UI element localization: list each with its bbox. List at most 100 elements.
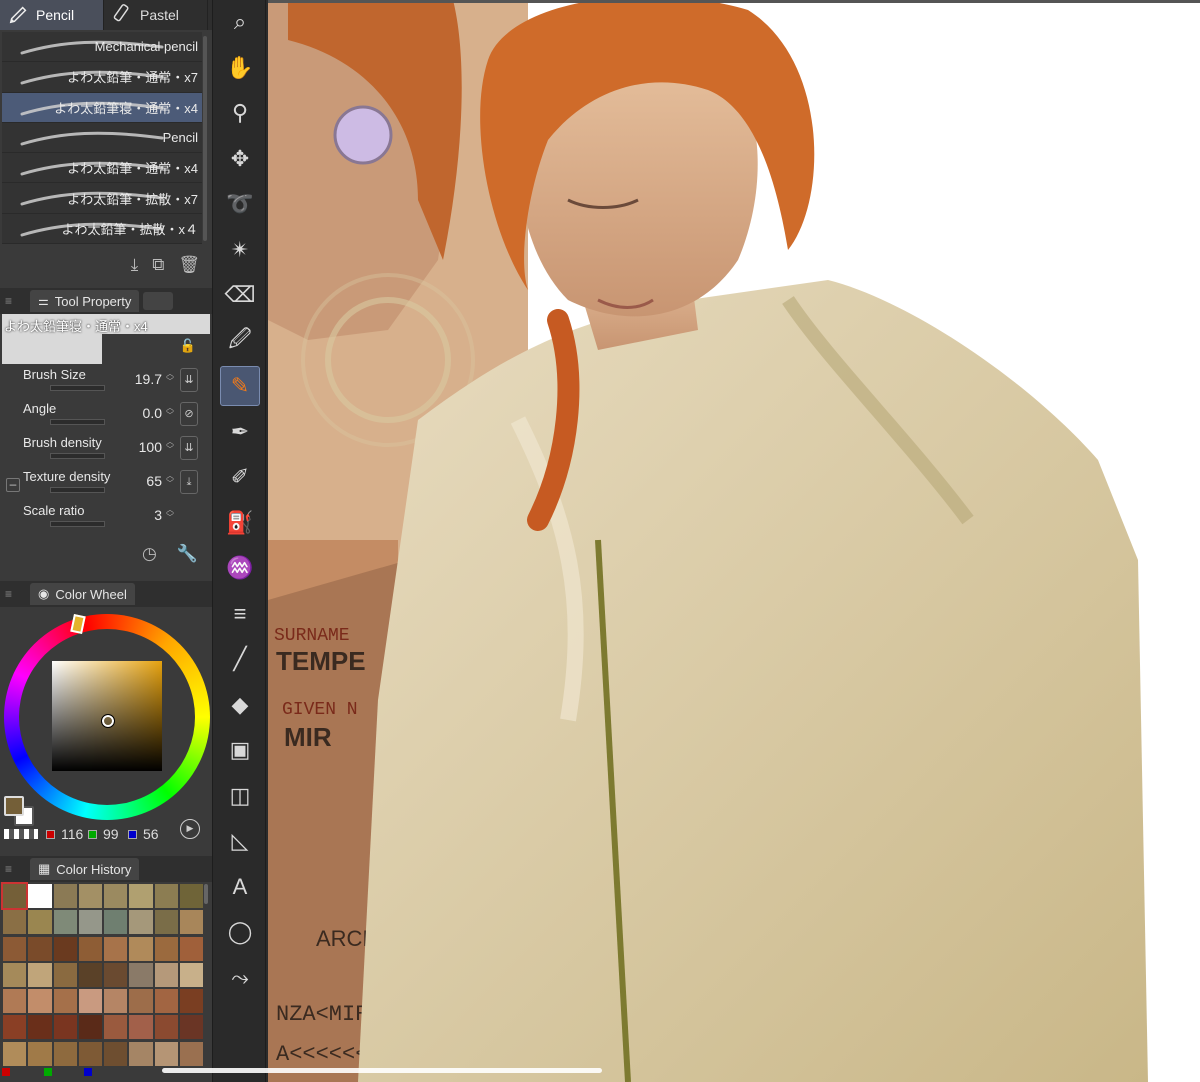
frame-icon[interactable]: ◫ [220, 776, 260, 816]
history-swatch[interactable] [78, 910, 102, 935]
spinner-icon[interactable]: ︿ ﹀ [166, 404, 174, 420]
history-swatch[interactable] [53, 1041, 77, 1066]
property-slider[interactable] [50, 487, 105, 493]
history-swatch[interactable] [0, 882, 29, 910]
property-angle[interactable]: Angle 0.0 ︿ ﹀ ⊘ [14, 398, 202, 432]
marker-icon[interactable]: ✐ [220, 457, 260, 497]
hatching-icon[interactable]: ≡ [220, 594, 260, 634]
history-swatch[interactable] [28, 884, 52, 908]
history-swatch[interactable] [104, 989, 128, 1014]
line-icon[interactable]: ╱ [220, 639, 260, 679]
search-icon[interactable]: ⌕ [220, 2, 260, 42]
history-swatch[interactable] [3, 989, 27, 1014]
history-swatch[interactable] [154, 884, 178, 908]
history-swatch[interactable] [104, 884, 128, 908]
history-swatch[interactable] [3, 1041, 27, 1066]
history-swatch[interactable] [179, 936, 203, 961]
property-value[interactable]: 65 [146, 473, 162, 489]
history-swatch[interactable] [179, 989, 203, 1014]
dropper-icon[interactable]: 🖉 [220, 321, 260, 361]
history-swatch[interactable] [104, 1015, 128, 1040]
history-swatch[interactable] [129, 962, 153, 987]
property-option-icon[interactable]: ⇊ [180, 436, 198, 460]
duplicate-icon[interactable]: ⧉ [152, 256, 164, 273]
property-option-icon[interactable]: ⊘ [180, 402, 198, 426]
property-brush-size[interactable]: Brush Size 19.7 ︿ ﹀ ⇊ [14, 364, 202, 398]
history-swatch[interactable] [28, 1041, 52, 1066]
sub-tool-detail-tab[interactable] [143, 292, 174, 310]
history-swatch[interactable] [129, 1041, 153, 1066]
canvas[interactable]: SURNAME TEMPE GIVEN N MIR ARCHITECT NZA<… [268, 0, 1200, 1082]
history-swatch[interactable] [3, 910, 27, 935]
property-slider[interactable] [50, 385, 105, 391]
tab-color-history[interactable]: ▦ Color History [30, 858, 140, 880]
transparent-color-swatch[interactable] [4, 829, 38, 839]
move-icon[interactable]: ✥ [220, 139, 260, 179]
correct-line-icon[interactable]: ⤳ [220, 958, 260, 998]
eyedropper-icon[interactable]: ⚲ [220, 93, 260, 133]
history-swatch[interactable] [129, 1015, 153, 1040]
property-slider[interactable] [50, 419, 105, 425]
history-swatch[interactable] [28, 1015, 52, 1040]
history-swatch[interactable] [28, 910, 52, 935]
history-swatch[interactable] [78, 884, 102, 908]
history-swatch[interactable] [129, 910, 153, 935]
tab-pastel[interactable]: Pastel [104, 0, 208, 30]
property-value[interactable]: 3 [154, 507, 162, 523]
history-swatch[interactable] [3, 936, 27, 961]
drag-grip-icon[interactable]: ≡ [0, 587, 16, 601]
wrench-icon[interactable]: 🔧 [177, 545, 198, 569]
lasso-icon[interactable]: ➰ [220, 184, 260, 224]
brush-item[interactable]: よわ太鉛筆・拡散・x7 [2, 183, 202, 214]
history-swatch[interactable] [154, 962, 178, 987]
spinner-icon[interactable]: ︿ ﹀ [166, 506, 174, 522]
history-swatch[interactable] [104, 962, 128, 987]
history-swatch[interactable] [53, 962, 77, 987]
history-swatch[interactable] [28, 962, 52, 987]
history-swatch[interactable] [104, 910, 128, 935]
property-slider[interactable] [50, 521, 105, 527]
history-swatch[interactable] [154, 910, 178, 935]
history-swatch[interactable] [3, 1015, 27, 1040]
property-option-icon[interactable]: ⤓ [180, 470, 198, 494]
main-color-swatch[interactable] [4, 796, 24, 816]
history-swatch[interactable] [53, 936, 77, 961]
drag-grip-icon[interactable]: ≡ [0, 862, 16, 876]
history-swatch[interactable] [154, 1041, 178, 1066]
tab-color-wheel[interactable]: ◉ Color Wheel [30, 583, 135, 605]
property-slider[interactable] [50, 453, 105, 459]
brush-item[interactable]: Mechanical pencil [2, 32, 202, 63]
property-value[interactable]: 100 [139, 439, 162, 455]
spinner-icon[interactable]: ︿ ﹀ [166, 438, 174, 454]
history-swatch[interactable] [179, 884, 203, 908]
history-scrollbar[interactable] [204, 884, 208, 904]
tab-tool-property[interactable]: ⚌ Tool Property [30, 290, 140, 312]
history-swatch[interactable] [78, 1015, 102, 1040]
text-icon[interactable]: A [220, 867, 260, 907]
history-swatch[interactable] [129, 989, 153, 1014]
history-swatch[interactable] [154, 936, 178, 961]
collapse-icon[interactable]: – [6, 478, 20, 492]
property-scale-ratio[interactable]: Scale ratio 3 ︿ ﹀ [14, 500, 202, 534]
eraser-icon[interactable]: ⌫ [220, 275, 260, 315]
history-swatch[interactable] [179, 1041, 203, 1066]
timer-icon[interactable]: ◷ [142, 545, 157, 569]
history-swatch[interactable] [53, 884, 77, 908]
history-swatch[interactable] [78, 936, 102, 961]
brush-item[interactable]: よわ太鉛筆・拡散・x４ [2, 213, 202, 245]
brush-item[interactable]: よわ太鉛筆・通常・x7 [2, 62, 202, 93]
gradient-icon[interactable]: ▣ [220, 730, 260, 770]
history-swatch[interactable] [129, 936, 153, 961]
pen-icon[interactable]: ✒ [220, 412, 260, 452]
history-swatch[interactable] [53, 1015, 77, 1040]
ruler-icon[interactable]: ◺ [220, 821, 260, 861]
drag-grip-icon[interactable]: ≡ [0, 294, 16, 308]
brush-list-scrollbar[interactable] [203, 36, 207, 241]
history-swatch[interactable] [104, 1041, 128, 1066]
history-swatch[interactable] [53, 910, 77, 935]
sv-handle[interactable] [101, 714, 115, 728]
fill-icon[interactable]: ◆ [220, 685, 260, 725]
lock-icon[interactable]: 🔓 [180, 338, 196, 354]
history-swatch[interactable] [28, 936, 52, 961]
brush-item[interactable]: よわ太鉛筆寝・通常・x4 [2, 92, 202, 123]
